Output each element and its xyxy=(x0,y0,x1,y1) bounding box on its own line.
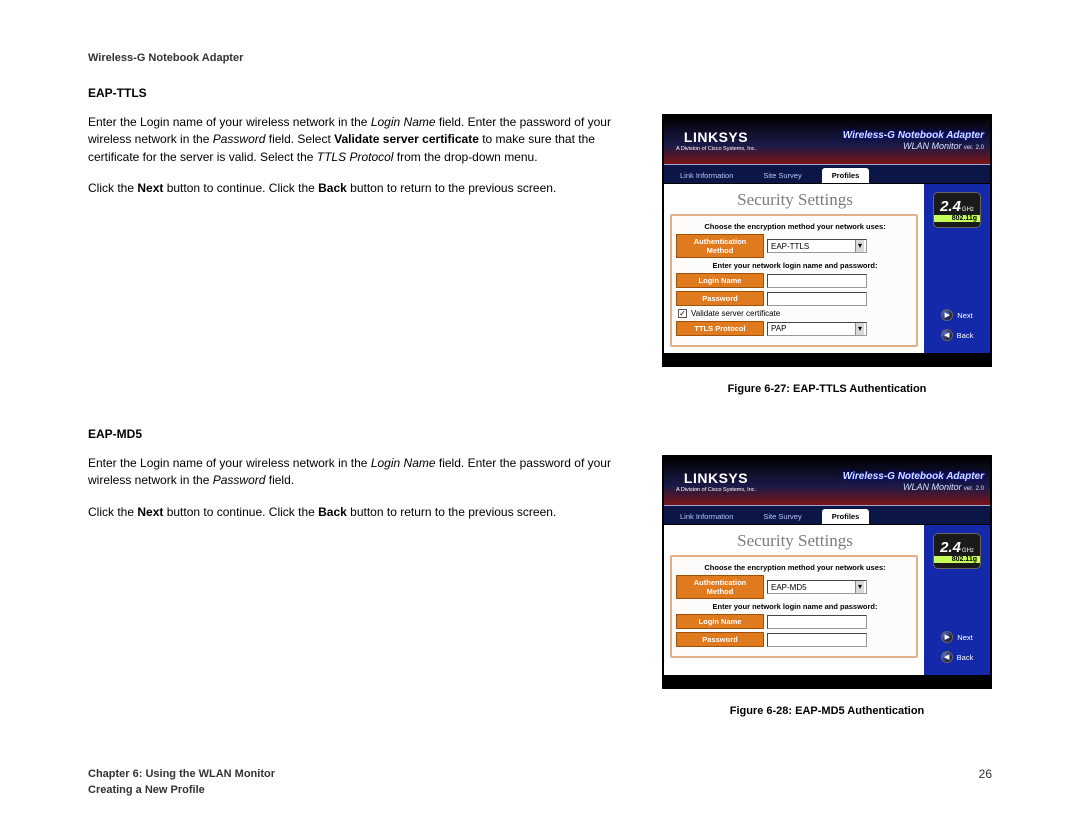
figure-6-28: LINKSYS A Division of Cisco Systems, Inc… xyxy=(662,455,992,689)
page-number: 26 xyxy=(979,767,992,798)
sec2-p1: Enter the Login name of your wireless ne… xyxy=(88,455,642,490)
login-label: Enter your network login name and passwo… xyxy=(678,602,912,611)
brand-logo: LINKSYS xyxy=(670,470,762,486)
validate-cert-checkbox[interactable]: ✓ xyxy=(678,309,687,318)
t: button to continue. Click the xyxy=(163,181,318,195)
next-label: Next xyxy=(957,633,972,642)
method-label: Choose the encryption method your networ… xyxy=(678,563,912,572)
sec2-title: EAP-MD5 xyxy=(88,427,992,441)
login-name-label: Login Name xyxy=(676,614,764,629)
auth-method-label: Authentication Method xyxy=(676,575,764,599)
login-name-label: Login Name xyxy=(676,273,764,288)
t: button to return to the previous screen. xyxy=(347,505,556,519)
wlan-label: WLAN Monitor xyxy=(903,482,962,492)
t: Back xyxy=(318,181,347,195)
wlan-label: WLAN Monitor xyxy=(903,141,962,151)
band-badge: 2.4 GHz 802.11g xyxy=(933,533,981,569)
tab-site-survey[interactable]: Site Survey xyxy=(753,168,811,183)
brand-sub: A Division of Cisco Systems, Inc. xyxy=(670,487,762,493)
sec2-p2: Click the Next button to continue. Click… xyxy=(88,504,642,521)
version-value: 2.0 xyxy=(976,145,984,151)
t: from the drop-down menu. xyxy=(393,150,537,164)
auth-method-label: Authentication Method xyxy=(676,234,764,258)
panel-title: Security Settings xyxy=(670,531,918,551)
back-label: Back xyxy=(957,653,974,662)
t: Next xyxy=(137,505,163,519)
figure-6-27-caption: Figure 6-27: EAP-TTLS Authentication xyxy=(662,383,992,395)
t: Enter the Login name of your wireless ne… xyxy=(88,115,371,129)
sec1-p1: Enter the Login name of your wireless ne… xyxy=(88,114,642,166)
band-badge: 2.4 GHz 802.11g xyxy=(933,192,981,228)
auth-method-select[interactable]: EAP-TTLS xyxy=(767,239,867,253)
password-label: Password xyxy=(676,291,764,306)
tab-profiles[interactable]: Profiles xyxy=(822,509,870,524)
tab-link-information[interactable]: Link Information xyxy=(670,509,743,524)
sec1-p2: Click the Next button to continue. Click… xyxy=(88,180,642,197)
auth-method-select[interactable]: EAP-MD5 xyxy=(767,580,867,594)
validate-cert-label: Validate server certificate xyxy=(691,309,780,318)
t: Next xyxy=(137,181,163,195)
band-number: 2.4 xyxy=(940,539,961,556)
t: Validate server certificate xyxy=(334,132,479,146)
band-standard: 802.11g xyxy=(934,556,980,563)
band-number: 2.4 xyxy=(940,198,961,215)
t: Back xyxy=(318,505,347,519)
panel-title: Security Settings xyxy=(670,190,918,210)
t: Click the xyxy=(88,505,137,519)
login-name-input[interactable] xyxy=(767,615,867,629)
t: Login Name xyxy=(371,456,436,470)
ttls-protocol-label: TTLS Protocol xyxy=(676,321,764,336)
tab-profiles[interactable]: Profiles xyxy=(822,168,870,183)
next-label: Next xyxy=(957,311,972,320)
band-unit: GHz xyxy=(962,548,974,554)
sec1-title: EAP-TTLS xyxy=(88,86,992,100)
brand-logo: LINKSYS xyxy=(670,129,762,145)
tab-site-survey[interactable]: Site Survey xyxy=(753,509,811,524)
next-button[interactable]: ▶ Next xyxy=(941,309,972,321)
method-label: Choose the encryption method your networ… xyxy=(678,222,912,231)
password-input[interactable] xyxy=(767,292,867,306)
figure-6-28-caption: Figure 6-28: EAP-MD5 Authentication xyxy=(662,705,992,717)
product-name: Wireless-G Notebook Adapter xyxy=(768,471,984,482)
back-button[interactable]: ◀ Back xyxy=(941,651,974,663)
t: Password xyxy=(213,132,266,146)
t: Password xyxy=(213,473,266,487)
t: Enter the Login name of your wireless ne… xyxy=(88,456,371,470)
band-standard: 802.11g xyxy=(934,215,980,222)
t: field. Select xyxy=(265,132,334,146)
back-button[interactable]: ◀ Back xyxy=(941,329,974,341)
band-unit: GHz xyxy=(962,207,974,213)
back-label: Back xyxy=(957,331,974,340)
password-label: Password xyxy=(676,632,764,647)
doc-header: Wireless-G Notebook Adapter xyxy=(88,52,992,64)
play-icon: ▶ xyxy=(941,309,953,321)
product-name: Wireless-G Notebook Adapter xyxy=(768,130,984,141)
play-icon: ▶ xyxy=(941,631,953,643)
t: Click the xyxy=(88,181,137,195)
ttls-protocol-select[interactable]: PAP xyxy=(767,322,867,336)
t: button to return to the previous screen. xyxy=(347,181,556,195)
version-value: 2.0 xyxy=(976,486,984,492)
version-prefix: ver. xyxy=(964,145,974,151)
brand-sub: A Division of Cisco Systems, Inc. xyxy=(670,146,762,152)
tab-link-information[interactable]: Link Information xyxy=(670,168,743,183)
t: TTLS Protocol xyxy=(317,150,394,164)
back-arrow-icon: ◀ xyxy=(941,329,953,341)
t: Login Name xyxy=(371,115,436,129)
t: field. xyxy=(265,473,294,487)
back-arrow-icon: ◀ xyxy=(941,651,953,663)
footer-chapter: Chapter 6: Using the WLAN Monitor xyxy=(88,767,275,782)
password-input[interactable] xyxy=(767,633,867,647)
login-name-input[interactable] xyxy=(767,274,867,288)
footer-section: Creating a New Profile xyxy=(88,783,275,798)
login-label: Enter your network login name and passwo… xyxy=(678,261,912,270)
version-prefix: ver. xyxy=(964,486,974,492)
figure-6-27: LINKSYS A Division of Cisco Systems, Inc… xyxy=(662,114,992,367)
next-button[interactable]: ▶ Next xyxy=(941,631,972,643)
t: button to continue. Click the xyxy=(163,505,318,519)
